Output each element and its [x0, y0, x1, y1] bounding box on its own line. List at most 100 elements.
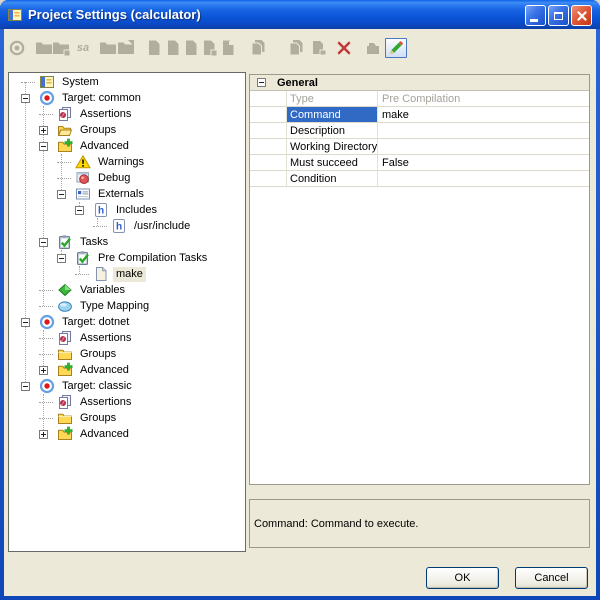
tree-item-includes[interactable]: h Includes [9, 202, 245, 218]
tree-item-assertions[interactable]: Assertions [9, 106, 245, 122]
row-margin [250, 139, 287, 154]
add-item-5-icon[interactable] [217, 38, 239, 58]
copy-item-icon[interactable] [247, 38, 269, 58]
tree-guide [39, 418, 53, 419]
collapse-icon[interactable] [57, 190, 66, 199]
property-row-must-succeed[interactable]: Must succeed False [250, 155, 589, 171]
advanced-folder-icon [57, 426, 73, 442]
tree-item-groups[interactable]: Groups [9, 346, 245, 362]
property-row-type[interactable]: Type Pre Compilation [250, 91, 589, 107]
tree-item-variables[interactable]: Variables [9, 282, 245, 298]
selected-tree-item-label: make [113, 267, 146, 282]
collapse-icon[interactable] [57, 254, 66, 263]
tree-item-advanced[interactable]: Advanced [9, 362, 245, 378]
tree-item-advanced[interactable]: Advanced [9, 426, 245, 442]
row-margin [250, 155, 287, 170]
settings-tree: System Target: common Assertions Groups [8, 72, 246, 552]
property-value[interactable]: make [378, 107, 589, 122]
tree-guide [39, 290, 53, 291]
property-value[interactable] [378, 171, 589, 186]
ok-button[interactable]: OK [426, 567, 499, 589]
rename-icon[interactable] [362, 38, 384, 58]
collapse-icon[interactable] [257, 78, 266, 87]
property-label-selected: Command [287, 107, 378, 122]
collapse-icon[interactable] [39, 238, 48, 247]
debug-icon [75, 170, 91, 186]
expand-icon[interactable] [39, 366, 48, 375]
property-help-panel: Command: Command to execute. [249, 499, 590, 548]
tree-guide [39, 306, 53, 307]
tree-item-make[interactable]: make [9, 266, 245, 282]
property-value[interactable]: False [378, 155, 589, 170]
property-row-condition[interactable]: Condition [250, 171, 589, 187]
duplicate-item-icon[interactable] [307, 38, 329, 58]
property-help-text: Command: Command to execute. [254, 518, 418, 530]
header-file-icon: h [93, 202, 109, 218]
tree-item-usr-include[interactable]: h /usr/include [9, 218, 245, 234]
close-button[interactable] [571, 5, 592, 26]
target-icon [39, 90, 55, 106]
add-folder-alt-icon[interactable] [50, 38, 72, 58]
externals-icon [75, 186, 91, 202]
tree-item-target-dotnet[interactable]: Target: dotnet [9, 314, 245, 330]
minimize-button[interactable] [525, 5, 546, 26]
tree-item-tasks[interactable]: Tasks [9, 234, 245, 250]
cancel-button[interactable]: Cancel [515, 567, 588, 589]
category-header[interactable]: General [250, 75, 589, 91]
tree-item-externals[interactable]: Externals [9, 186, 245, 202]
expand-icon[interactable] [39, 430, 48, 439]
open-folder-alt-icon[interactable] [115, 38, 137, 58]
tree-item-groups[interactable]: Groups [9, 122, 245, 138]
property-row-description[interactable]: Description [250, 123, 589, 139]
tree-item-advanced[interactable]: Advanced [9, 138, 245, 154]
collapse-icon[interactable] [21, 382, 30, 391]
property-value[interactable] [378, 139, 589, 154]
tree-item-type-mapping[interactable]: Type Mapping [9, 298, 245, 314]
target-icon [39, 378, 55, 394]
property-row-working-directory[interactable]: Working Directory [250, 139, 589, 155]
type-mapping-icon [57, 298, 73, 314]
tree-item-target-classic[interactable]: Target: classic [9, 378, 245, 394]
maximize-button[interactable] [548, 5, 569, 26]
tree-item-pre-compilation-tasks[interactable]: Pre Compilation Tasks [9, 250, 245, 266]
warning-icon [75, 154, 91, 170]
window-title: Project Settings (calculator) [28, 7, 201, 22]
close-icon [576, 10, 588, 22]
tree-guide [39, 354, 53, 355]
tree-item-assertions[interactable]: Assertions [9, 394, 245, 410]
property-label: Condition [287, 171, 378, 186]
new-target-icon[interactable] [6, 38, 28, 58]
collapse-icon[interactable] [21, 318, 30, 327]
tree-guide [93, 226, 107, 227]
paste-item-icon[interactable] [285, 38, 307, 58]
property-label: Must succeed [287, 155, 378, 170]
edit-icon[interactable] [385, 38, 407, 58]
delete-icon[interactable] [333, 38, 355, 58]
form-icon [39, 74, 55, 90]
tree-guide [57, 162, 71, 163]
folder-icon [57, 346, 73, 362]
assertions-icon [57, 394, 73, 410]
collapse-icon[interactable] [75, 206, 84, 215]
property-label: Type [287, 91, 378, 106]
collapse-icon[interactable] [21, 94, 30, 103]
property-label: Description [287, 123, 378, 138]
minimize-icon [530, 19, 538, 22]
tree-item-groups[interactable]: Groups [9, 410, 245, 426]
property-value[interactable] [378, 123, 589, 138]
svg-text:h: h [98, 206, 104, 217]
save-all-icon[interactable]: sa [72, 38, 94, 58]
tree-item-warnings[interactable]: Warnings [9, 154, 245, 170]
tree-item-system[interactable]: System [9, 74, 245, 90]
maximize-icon [554, 12, 563, 20]
project-settings-window: Project Settings (calculator) sa [0, 0, 600, 600]
dialog-client-area: sa System [4, 29, 596, 596]
collapse-icon[interactable] [39, 142, 48, 151]
tasks-icon [57, 234, 73, 250]
window-icon [7, 7, 23, 23]
expand-icon[interactable] [39, 126, 48, 135]
tree-item-target-common[interactable]: Target: common [9, 90, 245, 106]
tree-item-debug[interactable]: Debug [9, 170, 245, 186]
property-row-command[interactable]: Command make [250, 107, 589, 123]
tree-item-assertions[interactable]: Assertions [9, 330, 245, 346]
